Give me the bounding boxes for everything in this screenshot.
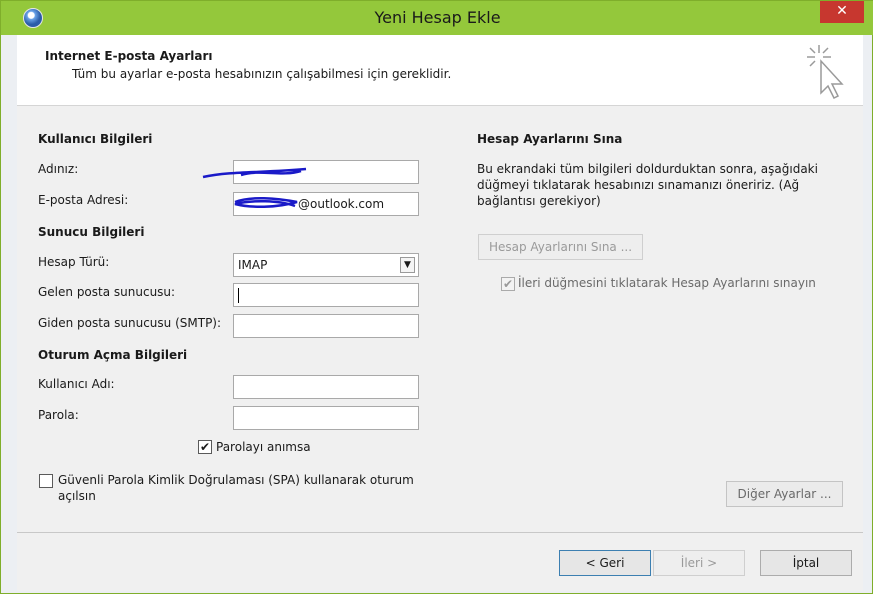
window-title: Yeni Hesap Ekle [374, 8, 501, 27]
name-field[interactable] [233, 160, 419, 184]
more-settings-button[interactable]: Diğer Ayarlar ... [726, 481, 843, 507]
outgoing-server-field[interactable] [233, 314, 419, 338]
dialog-body: Internet E-posta Ayarları Tüm bu ayarlar… [17, 35, 863, 591]
magic-wand-cursor-icon [807, 45, 844, 99]
remember-password-label[interactable]: Parolayı anımsa [216, 440, 311, 454]
spa-checkbox[interactable] [39, 474, 53, 488]
dialog-window: Yeni Hesap Ekle ✕ Internet E-posta Ayarl… [0, 0, 873, 594]
page-subtitle: Tüm bu ayarlar e-posta hesabınızın çalış… [72, 67, 452, 81]
account-type-label: Hesap Türü: [38, 255, 110, 269]
email-field[interactable]: @outlook.com [233, 192, 419, 216]
text-caret [238, 288, 239, 303]
auto-test-checkbox[interactable]: ✔ [501, 277, 515, 291]
remember-password-checkbox[interactable]: ✔ [198, 440, 212, 454]
spa-label-line1[interactable]: Güvenli Parola Kimlik Doğrulaması (SPA) … [58, 473, 414, 487]
email-value: @outlook.com [298, 197, 385, 211]
outgoing-server-label: Giden posta sunucusu (SMTP): [38, 316, 222, 330]
server-info-heading: Sunucu Bilgileri [38, 225, 145, 239]
test-description-line3: bağlantısı gerekiyor) [477, 194, 601, 208]
incoming-server-field[interactable] [233, 283, 419, 307]
test-description-line2: düğmeyi tıklatarak hesabınızı sınamanızı… [477, 178, 800, 192]
checkmark-icon: ✔ [199, 440, 211, 454]
spa-label-line2[interactable]: açılsın [58, 489, 96, 503]
back-button[interactable]: < Geri [559, 550, 651, 576]
user-info-heading: Kullanıcı Bilgileri [38, 132, 153, 146]
username-label: Kullanıcı Adı: [38, 377, 115, 391]
checkmark-icon: ✔ [502, 277, 514, 291]
next-button[interactable]: İleri > [653, 550, 745, 576]
incoming-server-label: Gelen posta sunucusu: [38, 285, 176, 299]
page-title: Internet E-posta Ayarları [45, 49, 213, 63]
account-type-select[interactable]: IMAP ▼ [233, 253, 419, 277]
username-field[interactable] [233, 375, 419, 399]
email-label: E-posta Adresi: [38, 193, 129, 207]
test-settings-heading: Hesap Ayarlarını Sına [477, 132, 623, 146]
password-field[interactable] [233, 406, 419, 430]
cancel-button[interactable]: İptal [760, 550, 852, 576]
account-type-value: IMAP [238, 258, 268, 272]
name-label: Adınız: [38, 162, 79, 176]
title-bar[interactable]: Yeni Hesap Ekle ✕ [1, 1, 873, 35]
test-account-settings-button[interactable]: Hesap Ayarlarını Sına ... [478, 234, 643, 260]
password-label: Parola: [38, 408, 79, 422]
logon-info-heading: Oturum Açma Bilgileri [38, 348, 188, 362]
test-description-line1: Bu ekrandaki tüm bilgileri doldurduktan … [477, 162, 818, 176]
footer-separator [17, 532, 863, 533]
close-button[interactable]: ✕ [820, 1, 864, 23]
wizard-header: Internet E-posta Ayarları Tüm bu ayarlar… [17, 35, 863, 106]
chevron-down-icon[interactable]: ▼ [400, 257, 415, 273]
auto-test-label[interactable]: İleri düğmesini tıklatarak Hesap Ayarlar… [518, 276, 816, 290]
